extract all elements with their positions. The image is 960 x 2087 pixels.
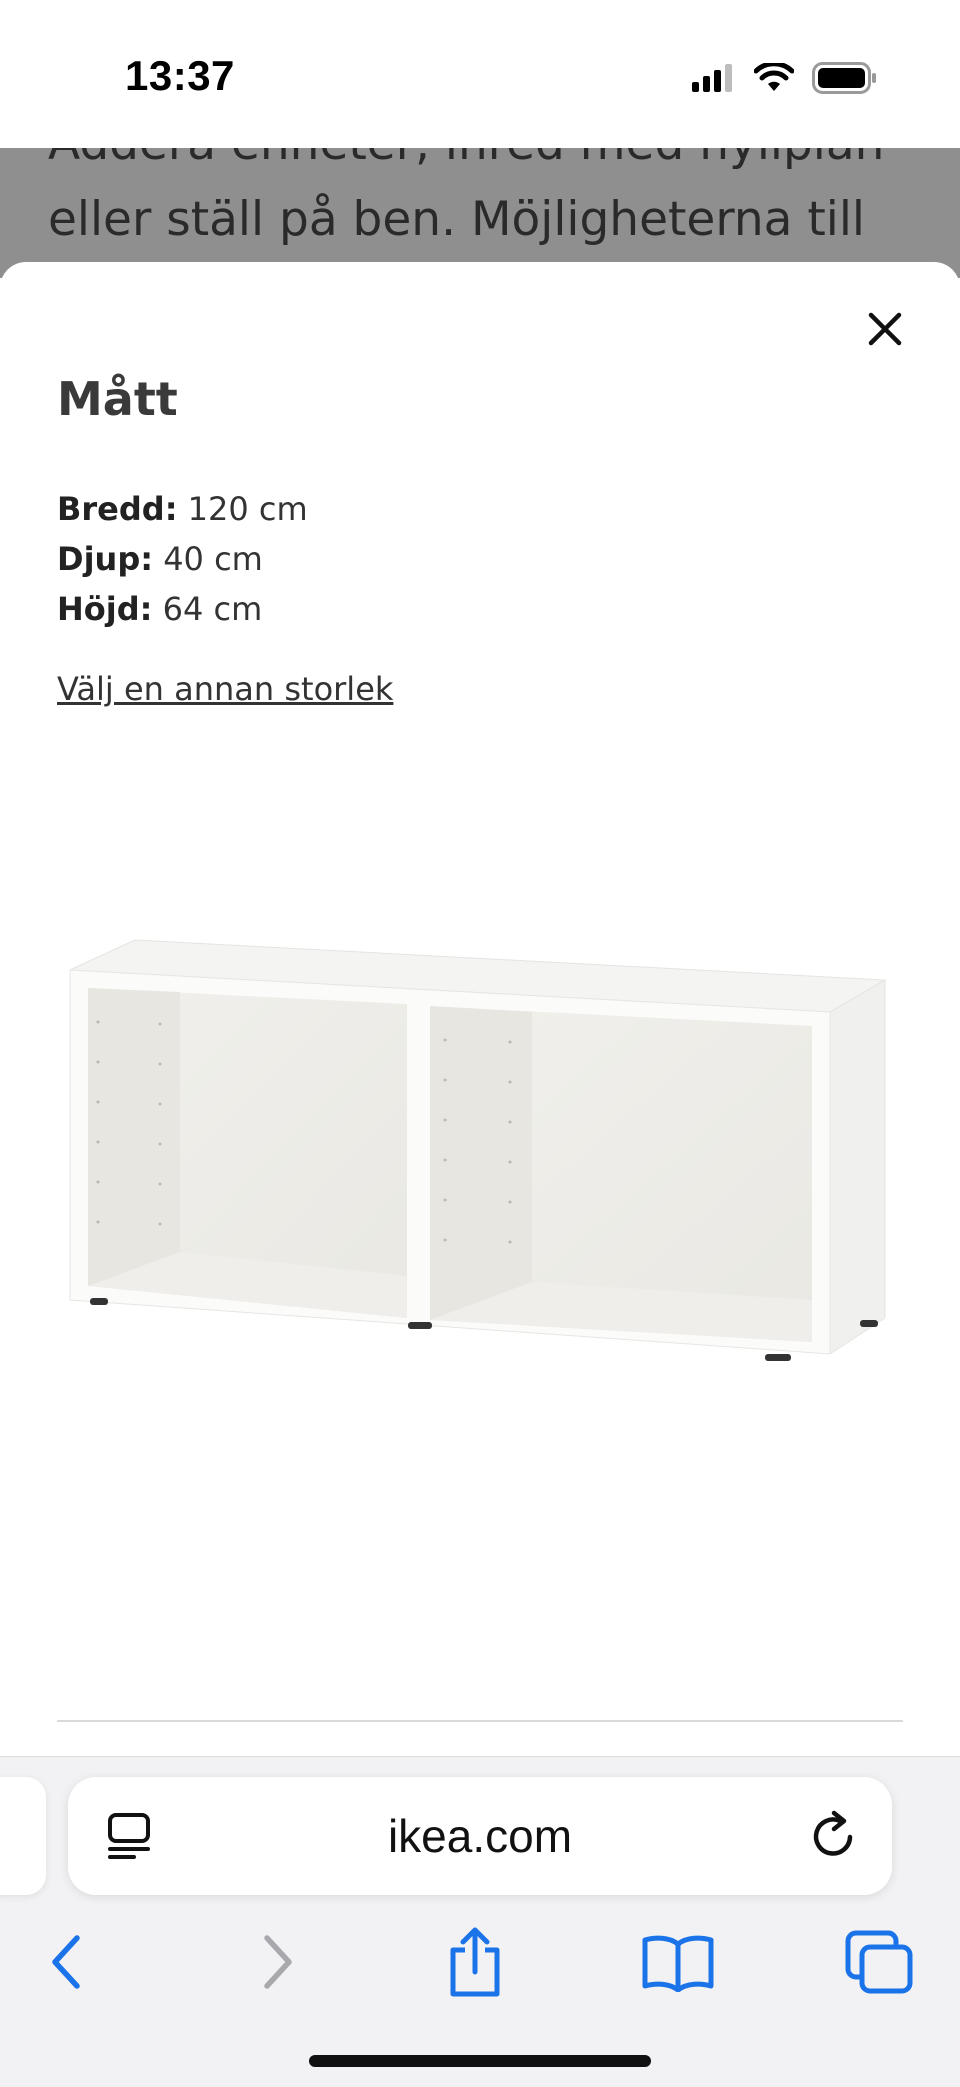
spec-value: 40 cm bbox=[163, 540, 263, 578]
bookmarks-button[interactable] bbox=[633, 1917, 723, 2007]
spec-value: 64 cm bbox=[162, 590, 263, 628]
browser-bottom-bar: ikea.com bbox=[0, 1756, 960, 2087]
back-button[interactable] bbox=[22, 1917, 112, 2007]
sheet-heading: Mått bbox=[57, 372, 178, 426]
forward-icon bbox=[264, 1935, 292, 1989]
share-button[interactable] bbox=[430, 1917, 520, 2007]
product-image bbox=[69, 939, 887, 1361]
share-icon bbox=[450, 1927, 500, 1997]
previous-tab-preview[interactable] bbox=[0, 1777, 46, 1895]
battery-icon bbox=[812, 62, 876, 94]
spec-value: 120 cm bbox=[187, 490, 308, 528]
url-text[interactable]: ikea.com bbox=[68, 1777, 892, 1895]
status-icons bbox=[692, 58, 878, 98]
spec-depth: Djup: 40 cm bbox=[57, 534, 308, 584]
close-icon bbox=[868, 312, 902, 346]
divider bbox=[57, 1720, 903, 1722]
spec-label: Höjd: bbox=[57, 590, 153, 628]
spec-label: Djup: bbox=[57, 540, 154, 578]
close-button[interactable] bbox=[858, 302, 912, 356]
forward-button[interactable] bbox=[232, 1917, 322, 2007]
tabs-button[interactable] bbox=[834, 1917, 924, 2007]
status-bar: 13:37 bbox=[0, 0, 960, 148]
browser-toolbar bbox=[0, 1917, 960, 2017]
reload-icon[interactable] bbox=[806, 1809, 860, 1863]
back-icon bbox=[52, 1935, 80, 1989]
status-time: 13:37 bbox=[125, 52, 235, 99]
spec-label: Bredd: bbox=[57, 490, 178, 528]
choose-other-size-link[interactable]: Välj en annan storlek bbox=[57, 670, 393, 708]
bookmarks-icon bbox=[642, 1935, 714, 1992]
signal-icon bbox=[692, 64, 732, 92]
spec-width: Bredd: 120 cm bbox=[57, 484, 308, 534]
wifi-icon bbox=[754, 63, 794, 91]
background-page-text: Addera enheter, inred med hyllplan eller… bbox=[48, 148, 884, 278]
background-page: Addera enheter, inred med hyllplan eller… bbox=[0, 148, 960, 278]
address-bar[interactable]: ikea.com bbox=[68, 1777, 892, 1895]
spec-list: Bredd: 120 cm Djup: 40 cm Höjd: 64 cm bbox=[57, 484, 308, 634]
home-indicator bbox=[309, 2055, 651, 2067]
spec-height: Höjd: 64 cm bbox=[57, 584, 308, 634]
size-details-sheet: Mått Bredd: 120 cm Djup: 40 cm Höjd: 64 … bbox=[0, 262, 960, 1756]
tabs-icon bbox=[845, 1930, 913, 1994]
